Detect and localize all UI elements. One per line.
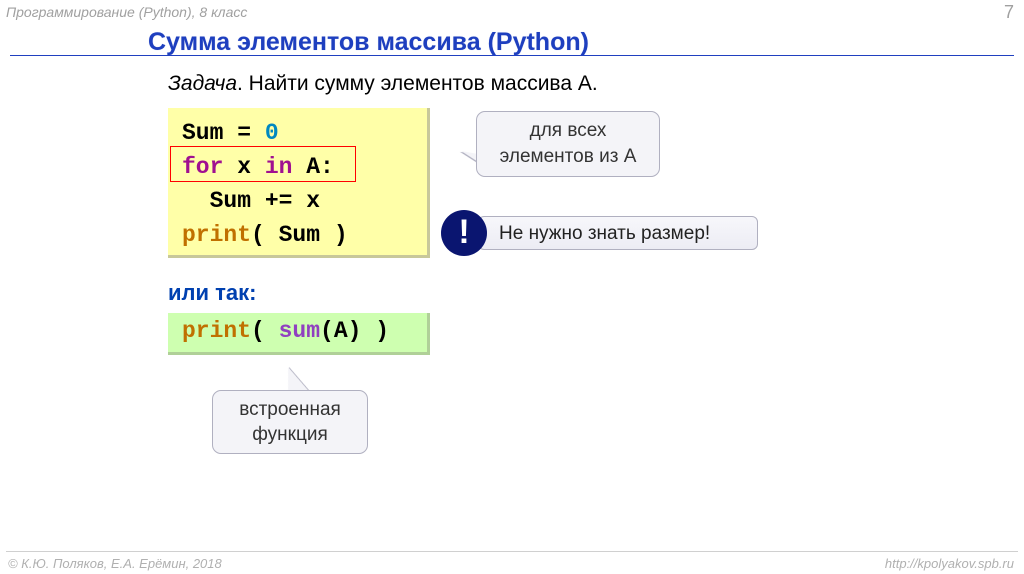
or-label: или так: (168, 280, 256, 306)
code-token: for (182, 154, 223, 180)
slide: Программирование (Python), 8 класс 7 Сум… (0, 0, 1024, 574)
callout-line: для всех (487, 118, 649, 144)
code-block-alt: print( sum(A) ) (168, 313, 430, 355)
code-block-main: Sum = 0 for x in A: Sum += x print( Sum … (168, 108, 430, 258)
slide-title: Сумма элементов массива (Python) (148, 28, 589, 57)
code-line: Sum += x (182, 184, 417, 218)
attention-icon: ! (441, 210, 487, 256)
task-body: . Найти сумму элементов массива A. (237, 72, 598, 95)
footer-left: © К.Ю. Поляков, Е.А. Ерёмин, 2018 (8, 556, 222, 571)
code-token: print (182, 222, 251, 248)
footer-rule (6, 551, 1018, 552)
task-label: Задача (168, 72, 237, 95)
callout-builtin: встроенная функция (212, 390, 368, 454)
code-token: sum (279, 318, 320, 344)
code-token: ( (251, 318, 279, 344)
code-token: print (182, 318, 251, 344)
code-token: in (265, 154, 293, 180)
code-token: Sum = (182, 120, 265, 146)
task-text: Задача. Найти сумму элементов массива A. (168, 72, 598, 96)
title-rule (10, 55, 1014, 56)
callout-line: встроенная (223, 397, 357, 422)
code-token: 0 (265, 120, 279, 146)
code-token: (A) ) (320, 318, 389, 344)
header-bar: Программирование (Python), 8 класс 7 (0, 0, 1024, 28)
code-token: ( Sum ) (251, 222, 348, 248)
callout-for-all: для всех элементов из A (476, 111, 660, 177)
footer-right: http://kpolyakov.spb.ru (885, 556, 1014, 571)
header-left: Программирование (Python), 8 класс (6, 4, 247, 20)
callout-no-size: Не нужно знать размер! (478, 216, 758, 250)
page-number: 7 (1004, 2, 1014, 23)
callout-line: элементов из A (487, 144, 649, 170)
callout-line: функция (223, 422, 357, 447)
code-token: x (223, 154, 264, 180)
code-token: A: (292, 154, 333, 180)
